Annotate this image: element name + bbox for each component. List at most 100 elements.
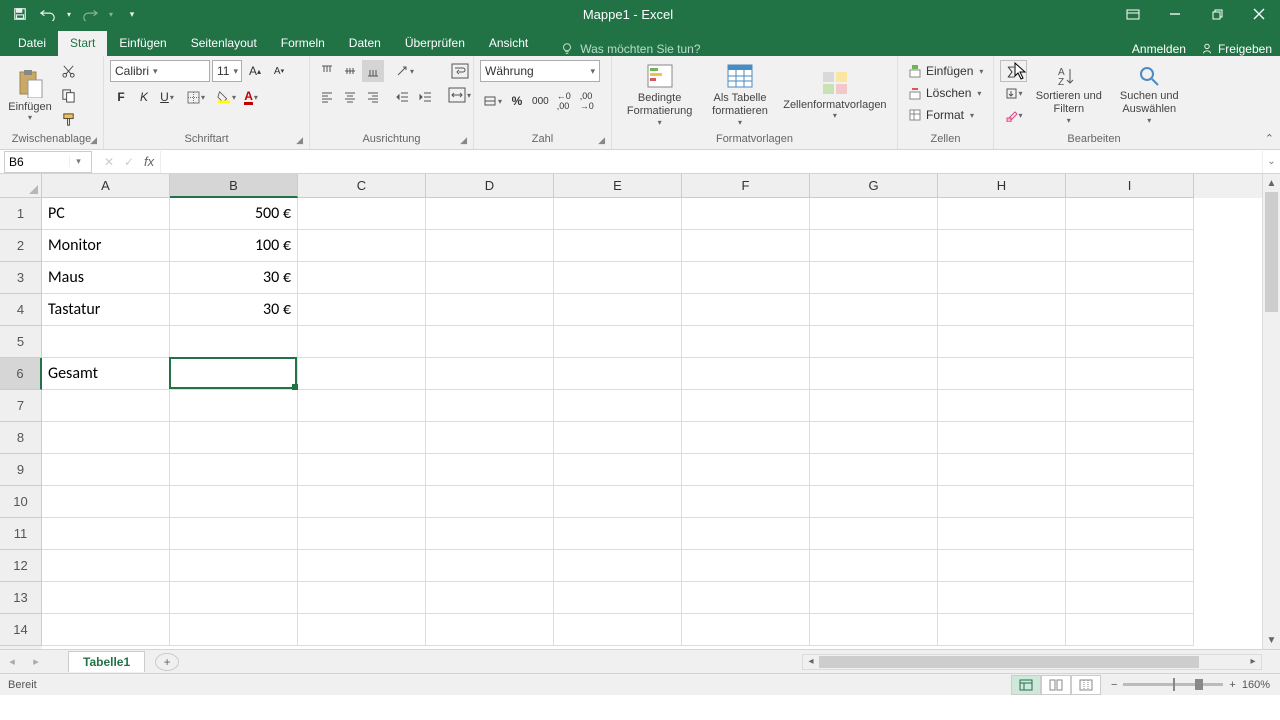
- cell-F14[interactable]: [682, 614, 810, 646]
- name-box[interactable]: ▾: [4, 151, 92, 173]
- vertical-scrollbar[interactable]: ▲ ▼: [1262, 174, 1280, 649]
- cell-H5[interactable]: [938, 326, 1066, 358]
- new-sheet-icon[interactable]: +: [155, 653, 179, 671]
- cell-C11[interactable]: [298, 518, 426, 550]
- sheet-nav-next-icon[interactable]: ▸: [24, 655, 48, 668]
- cell-B10[interactable]: [170, 486, 298, 518]
- cell-H2[interactable]: [938, 230, 1066, 262]
- align-right-icon[interactable]: [362, 86, 384, 108]
- cell-I14[interactable]: [1066, 614, 1194, 646]
- cell-D8[interactable]: [426, 422, 554, 454]
- cell-A2[interactable]: Monitor: [42, 230, 170, 262]
- sort-filter-button[interactable]: AZ Sortieren und Filtern▾: [1029, 60, 1108, 130]
- cell-C8[interactable]: [298, 422, 426, 454]
- row-header-13[interactable]: 13: [0, 582, 42, 614]
- cell-F5[interactable]: [682, 326, 810, 358]
- find-select-button[interactable]: Suchen und Auswählen▾: [1111, 60, 1188, 130]
- column-header-D[interactable]: D: [426, 174, 554, 198]
- cell-C6[interactable]: [298, 358, 426, 390]
- name-box-dropdown-icon[interactable]: ▾: [69, 156, 87, 167]
- bold-button[interactable]: F: [110, 86, 132, 108]
- row-header-12[interactable]: 12: [0, 550, 42, 582]
- cell-I1[interactable]: [1066, 198, 1194, 230]
- cell-H14[interactable]: [938, 614, 1066, 646]
- cell-D13[interactable]: [426, 582, 554, 614]
- cell-F11[interactable]: [682, 518, 810, 550]
- cell-D14[interactable]: [426, 614, 554, 646]
- cell-H11[interactable]: [938, 518, 1066, 550]
- cell-G1[interactable]: [810, 198, 938, 230]
- cell-B1[interactable]: 500 €: [170, 198, 298, 230]
- row-header-3[interactable]: 3: [0, 262, 42, 294]
- cell-D1[interactable]: [426, 198, 554, 230]
- row-header-14[interactable]: 14: [0, 614, 42, 646]
- qat-customize-icon[interactable]: ▾: [120, 2, 144, 26]
- select-all-cells[interactable]: [0, 174, 42, 198]
- cell-A8[interactable]: [42, 422, 170, 454]
- cell-C13[interactable]: [298, 582, 426, 614]
- decrease-decimal-icon[interactable]: ,00→0: [576, 90, 598, 112]
- cell-D6[interactable]: [426, 358, 554, 390]
- column-header-B[interactable]: B: [170, 174, 298, 198]
- cell-D2[interactable]: [426, 230, 554, 262]
- column-header-H[interactable]: H: [938, 174, 1066, 198]
- cell-B9[interactable]: [170, 454, 298, 486]
- increase-decimal-icon[interactable]: ←0,00: [553, 90, 575, 112]
- fill-color-icon[interactable]: ▾: [214, 86, 239, 108]
- cell-B11[interactable]: [170, 518, 298, 550]
- minimize-icon[interactable]: [1154, 0, 1196, 28]
- cell-A4[interactable]: Tastatur: [42, 294, 170, 326]
- cell-H10[interactable]: [938, 486, 1066, 518]
- format-painter-icon[interactable]: [56, 108, 80, 130]
- tell-me-search[interactable]: Was möchten Sie tun?: [540, 42, 1132, 56]
- cell-A14[interactable]: [42, 614, 170, 646]
- cell-E4[interactable]: [554, 294, 682, 326]
- cell-E6[interactable]: [554, 358, 682, 390]
- align-top-icon[interactable]: [316, 60, 338, 82]
- horizontal-scrollbar[interactable]: ◂ ▸: [802, 654, 1262, 670]
- cell-G6[interactable]: [810, 358, 938, 390]
- cell-H9[interactable]: [938, 454, 1066, 486]
- font-name-combo[interactable]: Calibri▾: [110, 60, 210, 82]
- decrease-indent-icon[interactable]: [392, 86, 414, 108]
- page-layout-view-icon[interactable]: [1041, 675, 1071, 695]
- italic-button[interactable]: K: [133, 86, 155, 108]
- cell-G2[interactable]: [810, 230, 938, 262]
- scroll-down-icon[interactable]: ▼: [1263, 631, 1280, 649]
- tab-daten[interactable]: Daten: [337, 31, 393, 56]
- undo-icon[interactable]: [36, 2, 60, 26]
- cell-F1[interactable]: [682, 198, 810, 230]
- cell-C9[interactable]: [298, 454, 426, 486]
- cell-C2[interactable]: [298, 230, 426, 262]
- cut-icon[interactable]: [56, 60, 80, 82]
- cell-F4[interactable]: [682, 294, 810, 326]
- cell-D5[interactable]: [426, 326, 554, 358]
- cell-C12[interactable]: [298, 550, 426, 582]
- tab-seitenlayout[interactable]: Seitenlayout: [179, 31, 269, 56]
- cell-I7[interactable]: [1066, 390, 1194, 422]
- cell-G13[interactable]: [810, 582, 938, 614]
- row-header-9[interactable]: 9: [0, 454, 42, 486]
- cell-D7[interactable]: [426, 390, 554, 422]
- cell-G7[interactable]: [810, 390, 938, 422]
- cell-D10[interactable]: [426, 486, 554, 518]
- cell-C10[interactable]: [298, 486, 426, 518]
- cell-I6[interactable]: [1066, 358, 1194, 390]
- cell-E7[interactable]: [554, 390, 682, 422]
- borders-icon[interactable]: ▾: [184, 86, 208, 108]
- cell-F3[interactable]: [682, 262, 810, 294]
- number-format-combo[interactable]: Währung▾: [480, 60, 600, 82]
- ribbon-display-icon[interactable]: [1112, 0, 1154, 28]
- cell-H12[interactable]: [938, 550, 1066, 582]
- row-header-7[interactable]: 7: [0, 390, 42, 422]
- tab-ueberpruefen[interactable]: Überprüfen: [393, 31, 477, 56]
- cell-I5[interactable]: [1066, 326, 1194, 358]
- cell-I11[interactable]: [1066, 518, 1194, 550]
- cell-I2[interactable]: [1066, 230, 1194, 262]
- formula-input[interactable]: [160, 151, 1262, 173]
- cell-E14[interactable]: [554, 614, 682, 646]
- cell-A5[interactable]: [42, 326, 170, 358]
- cell-F2[interactable]: [682, 230, 810, 262]
- cell-E10[interactable]: [554, 486, 682, 518]
- scroll-up-icon[interactable]: ▲: [1263, 174, 1280, 192]
